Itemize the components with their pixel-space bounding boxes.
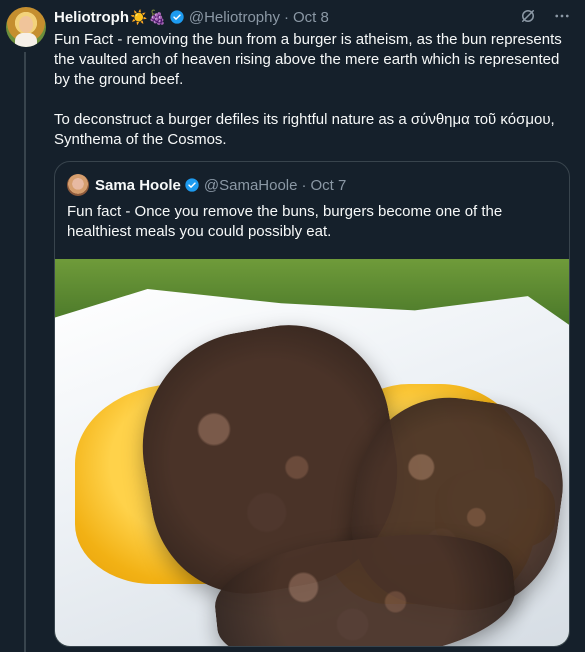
quoted-header: Sama Hoole @SamaHoole · Oct 7 [67,174,346,196]
verified-icon [185,178,199,192]
post-date[interactable]: Oct 8 [293,9,329,26]
author-name[interactable]: Heliotroph [54,9,129,26]
thread-line [24,52,26,652]
sun-emoji: ☀️ [130,8,148,25]
avatar-face [19,16,33,33]
more-icon[interactable] [553,7,571,25]
separator-dot: · [283,8,289,26]
grok-icon[interactable] [519,7,537,25]
quoted-text: Fun fact - Once you remove the buns, bur… [67,203,503,240]
quoted-avatar[interactable] [67,174,89,196]
post-actions [519,7,571,25]
post-header: Heliotroph ☀️ 🍇 @Heliotrophy · Oct 8 [54,7,329,27]
cheeseburger-patties-photo[interactable] [55,259,569,646]
author-handle[interactable]: @Heliotrophy [189,9,280,26]
verified-icon [170,10,184,24]
avatar-body [15,33,37,47]
quoted-handle[interactable]: @SamaHoole [204,177,298,194]
grapes-emoji: 🍇 [148,8,166,25]
separator-dot: · [301,176,307,194]
avatar[interactable] [6,7,46,47]
post-text: Fun Fact - removing the bun from a burge… [54,31,562,148]
quoted-post[interactable]: Sama Hoole @SamaHoole · Oct 7 Fun fact -… [54,161,570,647]
quoted-author-name[interactable]: Sama Hoole [95,177,181,194]
quoted-date[interactable]: Oct 7 [310,177,346,194]
